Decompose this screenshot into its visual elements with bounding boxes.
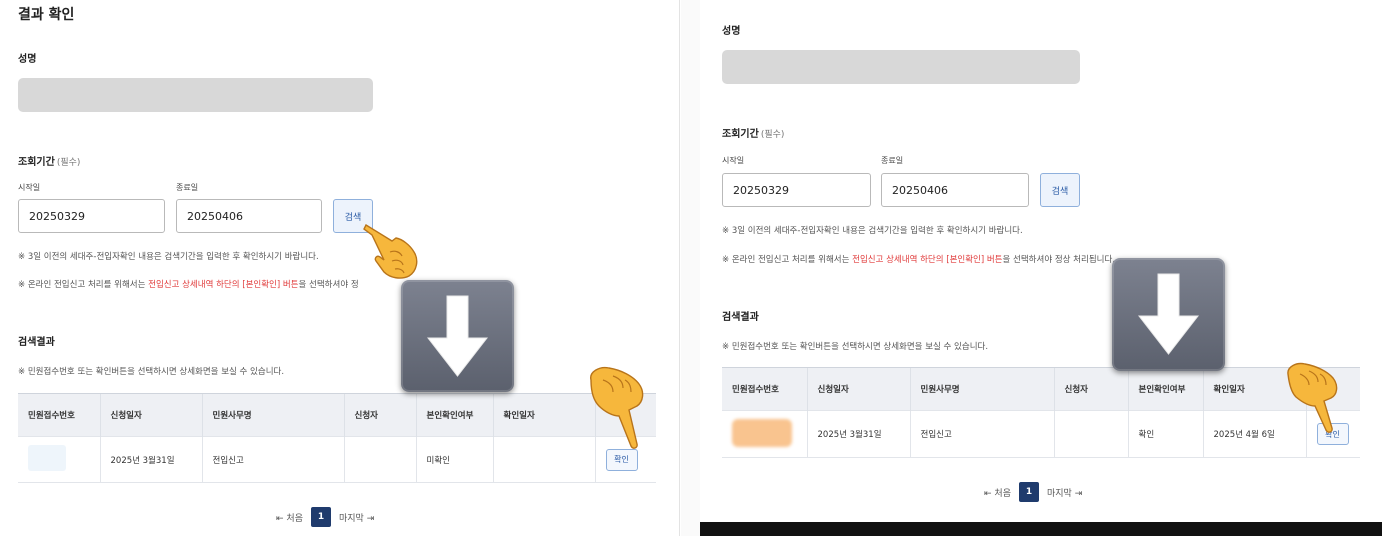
results-notice: ※ 민원접수번호 또는 확인버튼을 선택하시면 상세화면을 보실 수 있습니다. bbox=[722, 342, 989, 352]
notice-highlight: 전입신고 상세내역 하단의 [본인확인] 버튼 bbox=[148, 280, 299, 290]
col-header-applicant: 신청자 bbox=[343, 393, 416, 437]
first-page-icon: ⇤ bbox=[984, 488, 992, 499]
pagination: ⇤ 처음 1 마지막 ⇥ bbox=[984, 482, 1082, 502]
start-date-input[interactable] bbox=[18, 199, 165, 233]
cell-applicant bbox=[343, 436, 416, 483]
col-header-applicant: 신청자 bbox=[1053, 367, 1128, 411]
notice-online-move-in: ※ 온라인 전입신고 처리를 위해서는 전입신고 상세내역 하단의 [본인확인]… bbox=[722, 255, 1115, 265]
page-1-button[interactable]: 1 bbox=[1018, 482, 1039, 502]
cell-receipt-no[interactable] bbox=[18, 436, 100, 483]
cell-applicant bbox=[1053, 410, 1128, 458]
name-label: 성명 bbox=[722, 26, 741, 37]
right-screenshot-panel: 성명 조회기간(필수) 시작일 종료일 검색 ※ 3일 이전의 세대주-전입자확… bbox=[700, 0, 1382, 522]
period-label: 조회기간 (필수) bbox=[722, 129, 785, 140]
name-field-redacted bbox=[722, 50, 1080, 84]
first-page-icon: ⇤ bbox=[276, 513, 284, 524]
start-date-input[interactable] bbox=[722, 173, 871, 207]
required-mark: (필수) bbox=[56, 158, 81, 168]
end-date-label: 종료일 bbox=[176, 183, 199, 192]
confirm-button[interactable]: 확인 bbox=[605, 448, 638, 471]
col-header-identity-check: 본인확인여부 bbox=[1127, 367, 1203, 411]
end-date-label: 종료일 bbox=[881, 156, 904, 165]
bottom-black-bar bbox=[700, 522, 1382, 536]
results-notice: ※ 민원접수번호 또는 확인버튼을 선택하시면 상세화면을 보실 수 있습니다. bbox=[18, 367, 285, 377]
col-header-service-name: 민원사무명 bbox=[909, 367, 1054, 411]
left-screenshot-panel: 결과 확인 성명 조회기간(필수) 시작일 종료일 검색 ※ 3일 이전의 세대… bbox=[0, 0, 680, 536]
last-page-icon: ⇥ bbox=[1074, 488, 1083, 499]
table-header-row: 민원접수번호 신청일자 민원사무명 신청자 본인확인여부 확인일자 bbox=[722, 367, 1360, 411]
cell-identity-check: 확인 bbox=[1127, 410, 1203, 458]
period-label: 조회기간 (필수) bbox=[18, 157, 81, 168]
notice-highlight: 전입신고 상세내역 하단의 [본인확인] 버튼 bbox=[852, 255, 1003, 265]
pointing-hand-icon bbox=[590, 366, 644, 449]
col-header-apply-date: 신청일자 bbox=[99, 393, 202, 437]
pointing-hand-icon bbox=[1287, 362, 1338, 433]
first-page-link[interactable]: ⇤ 처음 bbox=[984, 486, 1011, 499]
start-date-label: 시작일 bbox=[18, 183, 41, 192]
cell-receipt-no[interactable] bbox=[722, 410, 807, 458]
down-arrow-icon bbox=[401, 280, 514, 392]
table-header-row: 민원접수번호 신청일자 민원사무명 신청자 본인확인여부 확인일자 bbox=[18, 393, 656, 437]
table-row: 2025년 3월31일 전입신고 미확인 확인 bbox=[18, 436, 656, 483]
panel-gap bbox=[681, 0, 700, 536]
search-button[interactable]: 검색 bbox=[1040, 173, 1080, 207]
first-page-link[interactable]: ⇤ 처음 bbox=[276, 511, 303, 524]
page-title: 결과 확인 bbox=[18, 7, 75, 23]
results-label: 검색결과 bbox=[722, 312, 759, 323]
results-label: 검색결과 bbox=[18, 337, 55, 348]
cell-confirm-date bbox=[492, 436, 595, 483]
cell-identity-check: 미확인 bbox=[415, 436, 493, 483]
page-1-button[interactable]: 1 bbox=[310, 507, 331, 527]
receipt-no-redacted bbox=[732, 418, 792, 447]
col-header-identity-check: 본인확인여부 bbox=[415, 393, 493, 437]
col-header-receipt-no: 민원접수번호 bbox=[18, 393, 100, 437]
required-mark: (필수) bbox=[760, 130, 785, 140]
col-header-confirm-date: 확인일자 bbox=[492, 393, 595, 437]
end-date-input[interactable] bbox=[176, 199, 322, 233]
notice-search-period: ※ 3일 이전의 세대주-전입자확인 내용은 검색기간을 입력한 후 확인하시기… bbox=[18, 252, 319, 262]
down-arrow-icon bbox=[1112, 258, 1225, 371]
last-page-icon: ⇥ bbox=[366, 513, 375, 524]
col-header-receipt-no: 민원접수번호 bbox=[722, 367, 807, 411]
cell-service-name: 전입신고 bbox=[201, 436, 344, 483]
notice-search-period: ※ 3일 이전의 세대주-전입자확인 내용은 검색기간을 입력한 후 확인하시기… bbox=[722, 226, 1023, 236]
pagination: ⇤ 처음 1 마지막 ⇥ bbox=[276, 507, 374, 527]
name-label: 성명 bbox=[18, 54, 37, 65]
cell-service-name: 전입신고 bbox=[909, 410, 1054, 458]
col-header-apply-date: 신청일자 bbox=[806, 367, 910, 411]
table-row: 2025년 3월31일 전입신고 확인 2025년 4월 6일 확인 bbox=[722, 410, 1360, 458]
results-table: 민원접수번호 신청일자 민원사무명 신청자 본인확인여부 확인일자 2025년 … bbox=[722, 367, 1360, 458]
notice-online-move-in: ※ 온라인 전입신고 처리를 위해서는 전입신고 상세내역 하단의 [본인확인]… bbox=[18, 280, 359, 290]
start-date-label: 시작일 bbox=[722, 156, 745, 165]
pointing-hand-icon bbox=[363, 224, 418, 279]
last-page-link[interactable]: 마지막 ⇥ bbox=[339, 511, 374, 524]
name-field-redacted bbox=[18, 78, 373, 112]
last-page-link[interactable]: 마지막 ⇥ bbox=[1047, 486, 1082, 499]
results-table: 민원접수번호 신청일자 민원사무명 신청자 본인확인여부 확인일자 2025년 … bbox=[18, 393, 656, 483]
receipt-no-redacted bbox=[28, 445, 66, 471]
col-header-service-name: 민원사무명 bbox=[201, 393, 344, 437]
end-date-input[interactable] bbox=[881, 173, 1029, 207]
cell-apply-date: 2025년 3월31일 bbox=[806, 410, 910, 458]
cell-apply-date: 2025년 3월31일 bbox=[99, 436, 202, 483]
